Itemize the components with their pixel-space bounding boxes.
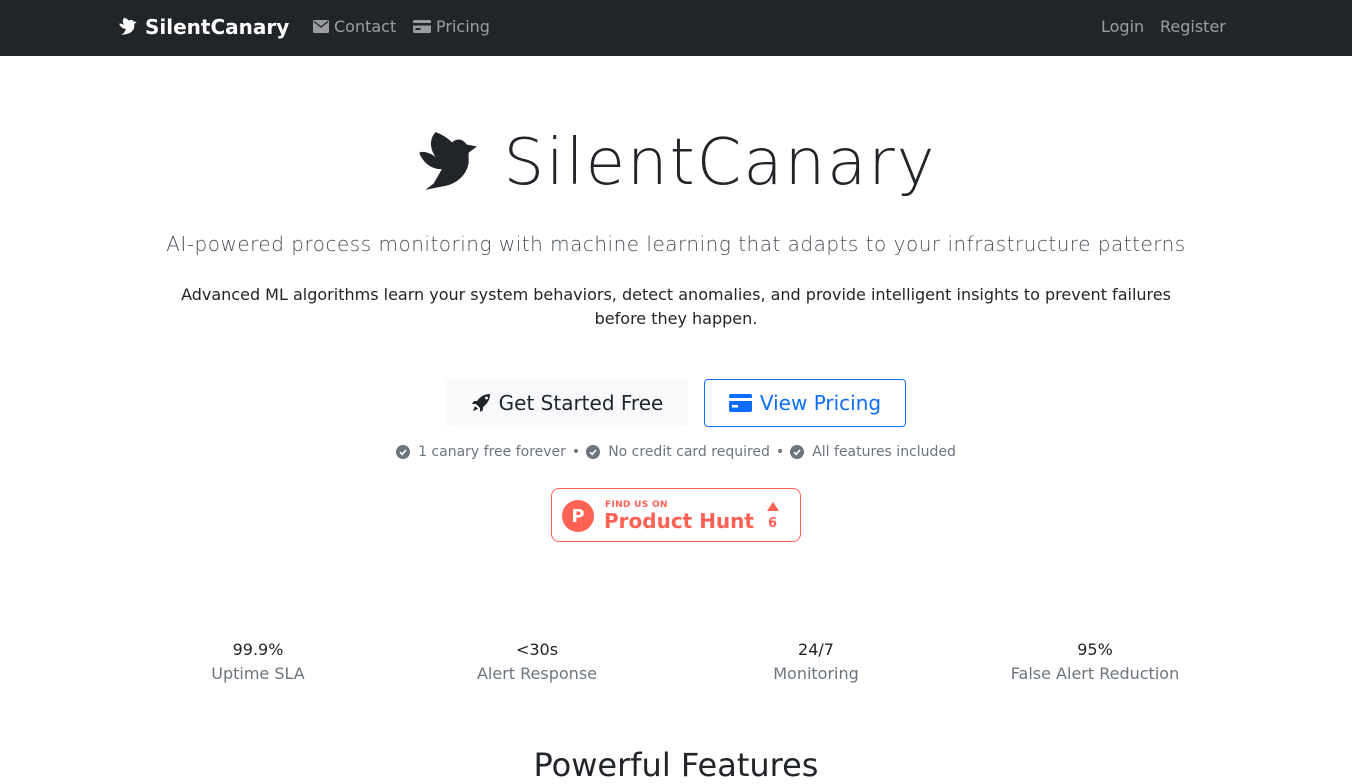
credit-card-icon [728, 394, 752, 412]
product-hunt-title: Product Hunt [604, 509, 754, 533]
check-circle-icon [396, 445, 411, 459]
stat-value: 24/7 [798, 640, 834, 659]
stat-label: Alert Response [476, 664, 597, 683]
hero-title: SilentCanary [0, 126, 1352, 200]
features-heading: Powerful Features [533, 746, 819, 784]
nav-pricing-label: Pricing [436, 17, 490, 36]
check-circle-icon [586, 445, 601, 459]
envelope-icon [313, 20, 329, 33]
login-link[interactable]: Login [1101, 17, 1144, 36]
stat-alert-response: <30s Alert Response [397, 638, 677, 686]
view-pricing-button[interactable]: View Pricing [704, 379, 906, 427]
perk-label: 1 canary free forever [418, 444, 566, 460]
stat-false-alert-reduction: 95% False Alert Reduction [955, 638, 1235, 686]
stat-monitoring: 24/7 Monitoring [676, 638, 956, 686]
get-started-button[interactable]: Get Started Free [446, 379, 688, 427]
hero-description: Advanced ML algorithms learn your system… [181, 285, 1171, 328]
perk-item: 1 canary free forever [396, 444, 566, 460]
get-started-label: Get Started Free [498, 391, 664, 415]
brand-name: SilentCanary [145, 15, 290, 39]
product-hunt-logo-icon: P [562, 500, 594, 532]
upvote-count: 6 [768, 516, 778, 531]
perk-label: All features included [812, 444, 956, 460]
brand-link[interactable]: SilentCanary [118, 15, 289, 39]
dove-icon [119, 17, 137, 36]
stat-value: 99.9% [232, 640, 284, 659]
stat-label: False Alert Reduction [1010, 664, 1180, 683]
nav-contact-link[interactable]: Contact [313, 17, 396, 36]
stat-value: 95% [1077, 640, 1113, 659]
stat-value: <30s [515, 640, 559, 659]
navbar: SilentCanary Contact Pricing Login Regis… [0, 0, 1352, 56]
perks-list: 1 canary free forever • No credit card r… [0, 444, 1352, 460]
nav-contact-label: Contact [334, 17, 397, 36]
nav-pricing-link[interactable]: Pricing [413, 17, 490, 36]
upvote-arrow-icon [767, 502, 779, 511]
check-circle-icon [790, 445, 805, 459]
perk-item: No credit card required [586, 444, 770, 460]
view-pricing-label: View Pricing [759, 391, 882, 415]
stat-label: Uptime SLA [211, 664, 305, 683]
hero-subtitle: AI-powered process monitoring with machi… [166, 232, 1186, 256]
perk-label: No credit card required [608, 444, 770, 460]
credit-card-icon [413, 20, 431, 33]
hero-title-text: SilentCanary [503, 126, 937, 200]
perk-separator: • [571, 444, 581, 460]
product-hunt-badge[interactable]: P FIND US ON Product Hunt 6 [551, 488, 801, 542]
register-link[interactable]: Register [1160, 17, 1226, 36]
stat-label: Monitoring [773, 664, 859, 683]
perk-separator: • [775, 444, 785, 460]
dove-icon [419, 132, 478, 190]
rocket-icon [471, 394, 490, 412]
perk-item: All features included [790, 444, 956, 460]
stat-uptime: 99.9% Uptime SLA [118, 638, 398, 686]
